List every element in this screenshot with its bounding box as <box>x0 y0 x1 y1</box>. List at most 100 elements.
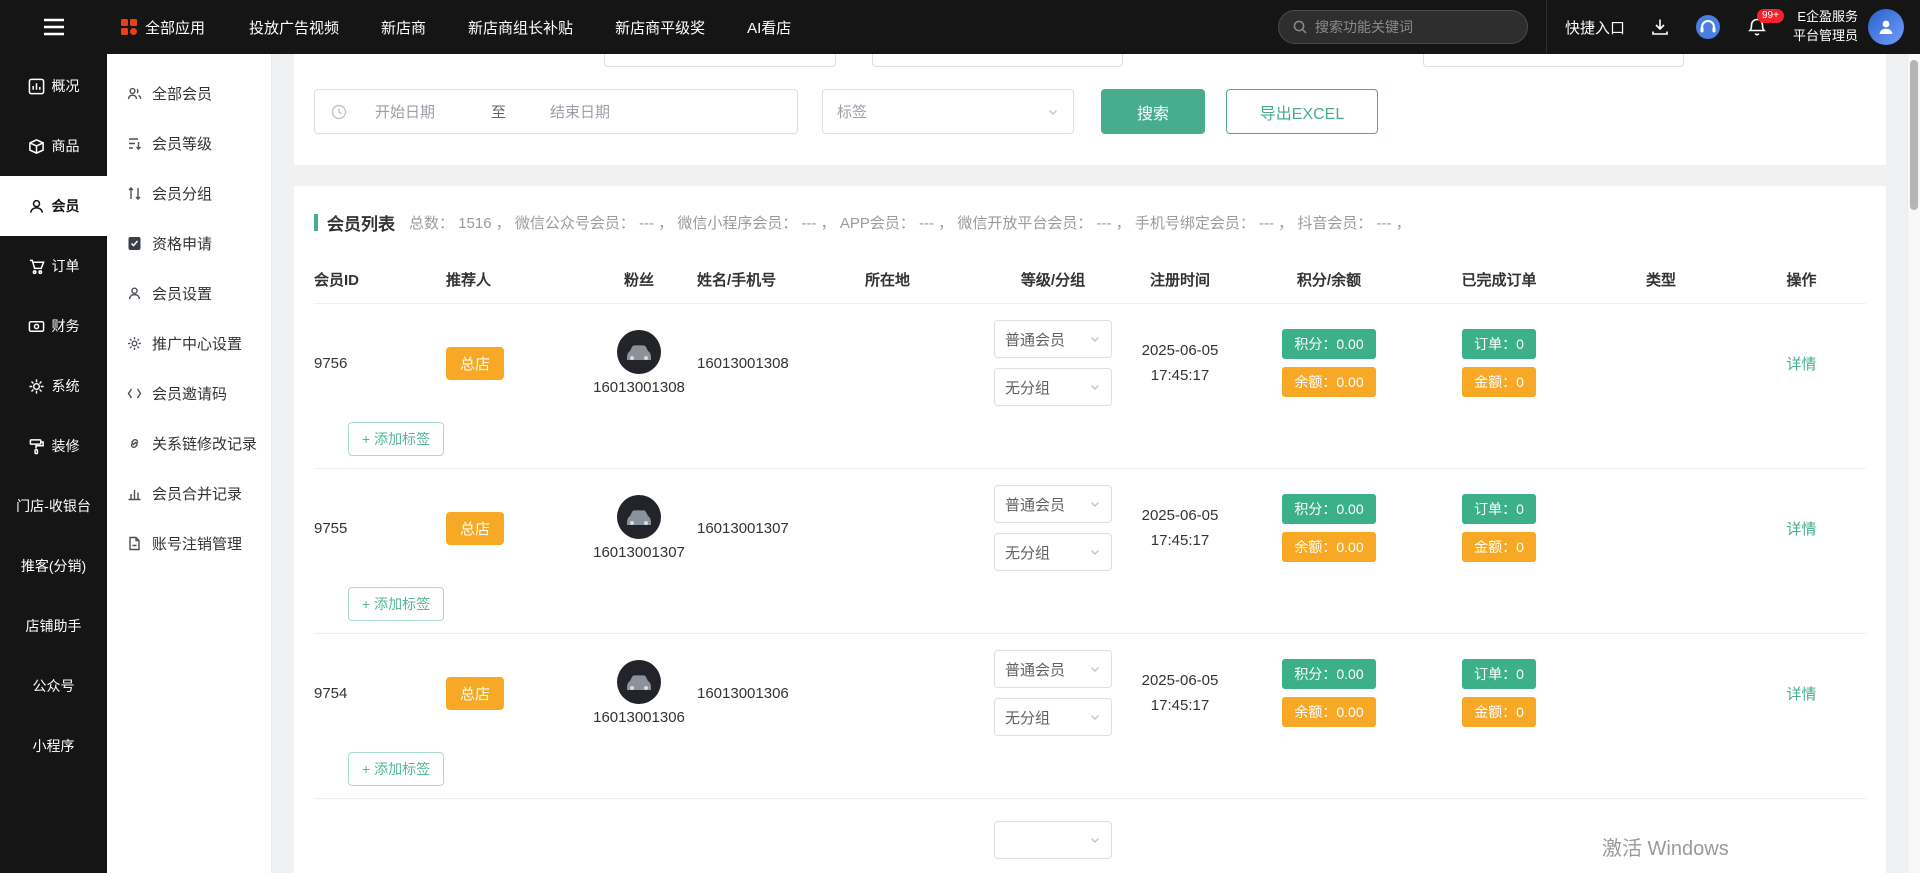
submenu-item-promotion-settings[interactable]: 推广中心设置 <box>107 318 271 368</box>
fans-number: 16013001306 <box>593 709 685 726</box>
person-icon <box>127 286 142 301</box>
orders-badge: 订单：0 <box>1462 494 1536 524</box>
tag-placeholder: 标签 <box>837 101 867 122</box>
overview-icon <box>28 78 45 95</box>
col-level-group: 等级/分组 <box>1021 269 1085 290</box>
goods-icon <box>28 138 45 155</box>
nav-item-ad-video[interactable]: 投放广告视频 <box>249 17 339 38</box>
member-avatar <box>617 330 661 374</box>
fans-number: 16013001307 <box>593 544 685 561</box>
add-tag-button[interactable]: + 添加标签 <box>348 752 444 786</box>
export-excel-button[interactable]: 导出EXCEL <box>1226 89 1378 134</box>
nav-item-ai-watch[interactable]: AI看店 <box>747 17 791 38</box>
level-select[interactable]: 普通会员 <box>994 485 1112 523</box>
download-button[interactable] <box>1651 18 1669 36</box>
submenu-item-relation-records[interactable]: 关系链修改记录 <box>107 418 271 468</box>
detail-link[interactable]: 详情 <box>1786 521 1816 538</box>
search-icon <box>1293 20 1307 34</box>
group-sort-icon <box>127 186 142 201</box>
nav-item-peer-award[interactable]: 新店商平级奖 <box>615 17 705 38</box>
all-apps-button[interactable]: 全部应用 <box>121 17 205 38</box>
tag-select[interactable]: 标签 <box>822 89 1074 134</box>
member-name: 16013001306 <box>697 685 865 702</box>
list-stats: 总数： 1516 ， 微信公众号会员： --- ， 微信小程序会员： --- ，… <box>409 212 1411 233</box>
scrollbar-thumb[interactable] <box>1910 60 1918 210</box>
date-separator: 至 <box>491 101 506 122</box>
submenu-item-member-settings[interactable]: 会员设置 <box>107 268 271 318</box>
sidebar-label: 小程序 <box>33 736 75 756</box>
search-button[interactable]: 搜索 <box>1101 89 1205 134</box>
sidebar-item-orders[interactable]: 订单 <box>0 236 107 296</box>
submenu-label: 账号注销管理 <box>152 533 242 554</box>
submenu-item-invite-code[interactable]: 会员邀请码 <box>107 368 271 418</box>
filter-input-partial[interactable] <box>872 54 1123 67</box>
notifications-button[interactable]: 99+ <box>1747 17 1767 37</box>
submenu-item-account-cancellation[interactable]: 账号注销管理 <box>107 518 271 568</box>
avatar[interactable] <box>1868 9 1904 45</box>
sidebar-item-store-cashier[interactable]: 门店-收银台 <box>0 476 107 536</box>
filter-input-partial[interactable] <box>604 54 836 67</box>
sidebar-item-system[interactable]: 系统 <box>0 356 107 416</box>
sidebar-item-mini-program[interactable]: 小程序 <box>0 716 107 776</box>
amount-badge: 金额：0 <box>1462 697 1536 727</box>
notification-badge: 99+ <box>1757 9 1784 23</box>
sidebar-label: 概况 <box>52 76 80 96</box>
col-actions: 操作 <box>1786 269 1816 290</box>
sidebar-label: 商品 <box>52 136 80 156</box>
detail-link[interactable]: 详情 <box>1786 356 1816 373</box>
submenu-item-member-levels[interactable]: 会员等级 <box>107 118 271 168</box>
level-select[interactable]: 普通会员 <box>994 320 1112 358</box>
sidebar-item-overview[interactable]: 概况 <box>0 56 107 116</box>
date-range-picker[interactable]: 开始日期 至 结束日期 <box>314 89 798 134</box>
add-tag-button[interactable]: + 添加标签 <box>348 422 444 456</box>
headset-icon <box>1695 14 1721 40</box>
submenu-item-all-members[interactable]: 全部会员 <box>107 68 271 118</box>
register-date: 2025-06-05 <box>1142 503 1219 529</box>
sidebar-item-official-account[interactable]: 公众号 <box>0 656 107 716</box>
service-button[interactable] <box>1695 14 1721 40</box>
member-row: 9755 总店 16013001307 16013001307 普通会员 无分组… <box>314 468 1866 633</box>
sidebar-label: 订单 <box>52 256 80 276</box>
col-location: 所在地 <box>865 269 991 290</box>
orders-badge: 订单：0 <box>1462 329 1536 359</box>
submenu-item-merge-records[interactable]: 会员合并记录 <box>107 468 271 518</box>
vertical-scrollbar[interactable] <box>1907 54 1920 873</box>
filter-input-partial[interactable] <box>1423 54 1684 67</box>
sidebar-item-shop-assistant[interactable]: 店铺助手 <box>0 596 107 656</box>
col-fans: 粉丝 <box>624 269 654 290</box>
group-select[interactable]: 无分组 <box>994 533 1112 571</box>
sidebar-item-finance[interactable]: 财务 <box>0 296 107 356</box>
member-name: 16013001308 <box>697 355 865 372</box>
add-tag-button[interactable]: + 添加标签 <box>348 587 444 621</box>
chevron-down-icon <box>1089 711 1101 723</box>
nav-item-new-store[interactable]: 新店商 <box>381 17 426 38</box>
submenu-label: 推广中心设置 <box>152 333 242 354</box>
member-id: 9756 <box>314 355 446 372</box>
group-select[interactable]: 无分组 <box>994 368 1112 406</box>
search-input[interactable] <box>1315 19 1495 35</box>
topbar-divider <box>1546 0 1547 54</box>
sidebar-item-members[interactable]: 会员 <box>0 176 107 236</box>
sidebar-label: 推客(分销) <box>21 556 86 576</box>
global-search-box[interactable] <box>1278 10 1528 44</box>
quick-entry-link[interactable]: 快捷入口 <box>1565 17 1625 38</box>
qualification-icon <box>127 236 142 251</box>
sidebar-item-decorate[interactable]: 装修 <box>0 416 107 476</box>
points-badge: 积分：0.00 <box>1282 494 1375 524</box>
submenu-item-member-groups[interactable]: 会员分组 <box>107 168 271 218</box>
hamburger-menu-button[interactable] <box>0 18 107 36</box>
submenu-item-qualification[interactable]: 资格申请 <box>107 218 271 268</box>
paint-roller-icon <box>28 438 45 455</box>
level-select[interactable]: 普通会员 <box>994 650 1112 688</box>
referrer-badge: 总店 <box>446 512 504 545</box>
sidebar-item-distribution[interactable]: 推客(分销) <box>0 536 107 596</box>
register-date: 2025-06-05 <box>1142 338 1219 364</box>
level-select[interactable] <box>994 821 1112 859</box>
group-select[interactable]: 无分组 <box>994 698 1112 736</box>
sidebar-item-goods[interactable]: 商品 <box>0 116 107 176</box>
member-name: 16013001307 <box>697 520 865 537</box>
balance-badge: 余额：0.00 <box>1282 532 1375 562</box>
nav-item-leader-subsidy[interactable]: 新店商组长补贴 <box>468 17 573 38</box>
member-submenu: 全部会员 会员等级 会员分组 资格申请 会员设置 推广中心设置 会员邀请码 关 <box>107 54 272 873</box>
detail-link[interactable]: 详情 <box>1786 686 1816 703</box>
